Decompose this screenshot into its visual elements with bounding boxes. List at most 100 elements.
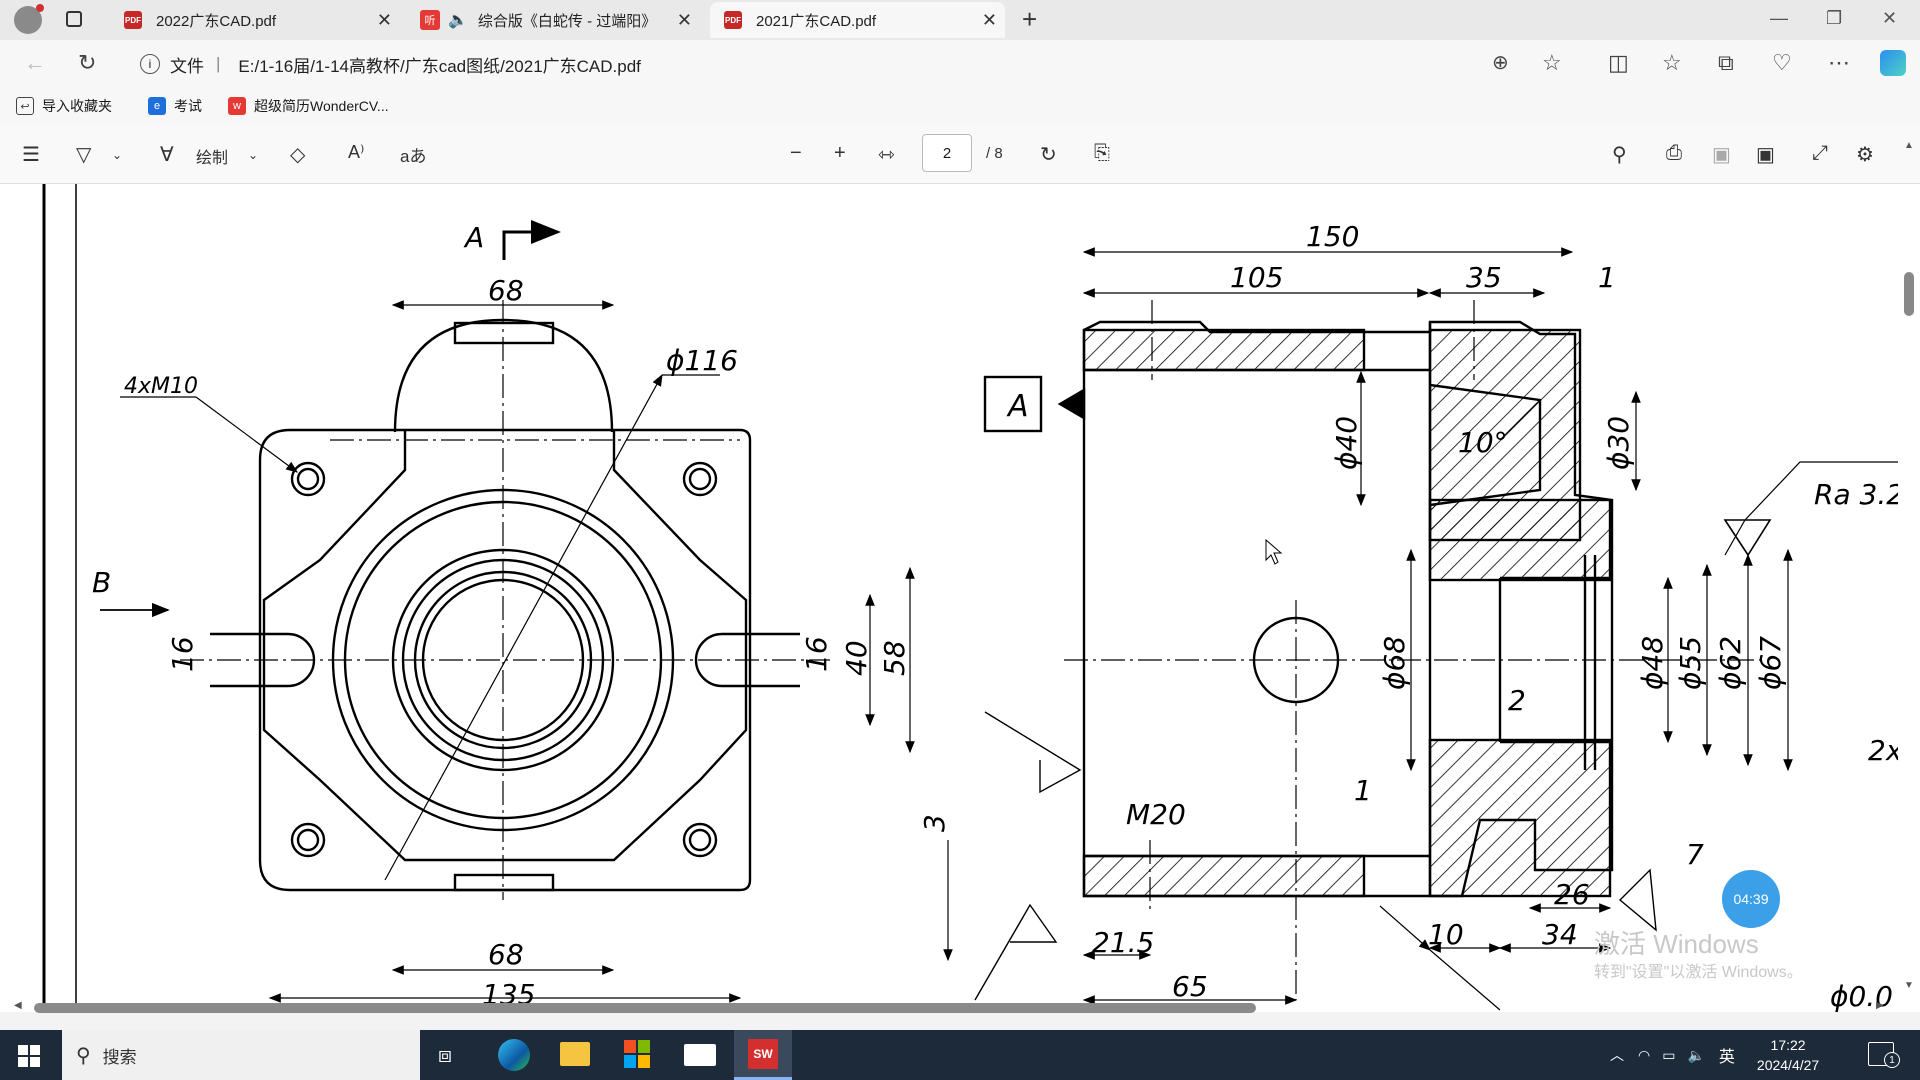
scroll-down-icon[interactable]: ▼ (1904, 980, 1914, 991)
horizontal-scroll-thumb[interactable] (34, 1003, 1256, 1013)
dim-dia-68: ϕ68 (1378, 636, 1411, 690)
close-tab-icon[interactable]: ✕ (377, 10, 392, 31)
scroll-up-icon[interactable]: ▲ (1904, 140, 1914, 151)
tab-bar: PDF 2022广东CAD.pdf ✕ 听 🔈 综合版《白蛇传 - 过端阳》 ✕… (0, 0, 1920, 40)
minimize-button[interactable]: — (1770, 8, 1788, 29)
edge-taskbar-icon[interactable] (498, 1039, 530, 1071)
start-windows-icon[interactable] (18, 1045, 40, 1067)
dim-dia-67: ϕ67 (1754, 636, 1787, 690)
dim-dia-48: ϕ48 (1636, 636, 1669, 690)
highlight-icon[interactable]: ▽ (76, 142, 91, 167)
search-pdf-icon[interactable]: ⚲ (1612, 142, 1627, 167)
floating-timer-badge[interactable]: 04:39 (1722, 870, 1780, 928)
favorite-import[interactable]: ↩ 导入收藏夹 (16, 96, 112, 116)
dim-16-left: 16 (166, 636, 199, 672)
dim-dia-30: ϕ30 (1602, 416, 1635, 470)
eraser-icon[interactable]: ◇ (290, 142, 305, 167)
translate-icon[interactable]: aあ (400, 142, 426, 167)
tab-2022-pdf[interactable]: PDF 2022广东CAD.pdf ✕ (110, 2, 400, 38)
dim-dia-40: ϕ40 (1330, 416, 1363, 470)
vertical-scrollbar[interactable]: ▲ ▼ (1898, 140, 1920, 1000)
favorite-exam[interactable]: e 考试 (148, 96, 202, 116)
scroll-left-icon[interactable]: ◀ (14, 1000, 22, 1011)
dim-chamfer: 2x (1868, 734, 1898, 767)
highlight-dropdown-icon[interactable]: ⌄ (112, 148, 122, 162)
favorite-wondercv[interactable]: w 超级简历WonderCV... (228, 96, 389, 116)
dim-40: 40 (840, 640, 873, 676)
save-icon[interactable]: ▣ (1712, 142, 1731, 167)
zoom-out-icon[interactable]: − (790, 142, 802, 165)
new-tab-button[interactable]: + (1022, 4, 1037, 35)
back-icon[interactable]: ← (24, 50, 46, 76)
activation-watermark-title: 激活 Windows (1594, 929, 1759, 959)
audio-icon[interactable]: 🔈 (448, 10, 468, 30)
tab-2021-pdf[interactable]: PDF 2021广东CAD.pdf ✕ (710, 2, 1005, 38)
favorites-icon[interactable]: ☆ (1662, 50, 1682, 76)
copilot-icon[interactable] (1880, 50, 1906, 76)
edge-icon: e (148, 97, 166, 115)
more-menu-icon[interactable]: ⋯ (1828, 50, 1850, 76)
fit-width-icon[interactable]: ⇿ (878, 142, 895, 167)
task-view-icon[interactable]: ⧈ (438, 1042, 452, 1068)
restore-button[interactable]: ❐ (1826, 8, 1842, 29)
split-screen-icon[interactable]: ◫ (1608, 50, 1629, 76)
cad-drawing: A B 68 ϕ116 4xM10 16 16 40 58 68 1 35 A 1… (42, 184, 1904, 1012)
network-icon[interactable]: ◠ (1638, 1047, 1650, 1064)
settings-gear-icon[interactable]: ⚙ (1856, 142, 1874, 167)
view-label-a: A (463, 221, 484, 254)
refresh-icon[interactable]: ↻ (78, 50, 96, 76)
close-window-button[interactable]: ✕ (1882, 8, 1897, 29)
favorite-star-icon[interactable]: ☆ (1542, 50, 1562, 76)
performance-icon[interactable]: ♡ (1772, 50, 1792, 76)
mail-taskbar-icon[interactable] (684, 1044, 716, 1066)
tab-actions-icon[interactable] (66, 11, 82, 27)
url-text[interactable]: E:/1-16届/1-14高教杯/广东cad图纸/2021广东CAD.pdf (238, 52, 640, 77)
left-view (100, 220, 915, 1003)
dim-1-top: 1 (1598, 261, 1616, 294)
dim-26: 26 (1554, 878, 1590, 911)
page-view-icon[interactable]: ⎘ (1094, 142, 1110, 165)
favorite-label: 导入收藏夹 (42, 98, 112, 114)
scroll-right-icon[interactable]: ▶ (1876, 1000, 1884, 1011)
zoom-in-icon[interactable]: + (834, 142, 846, 165)
read-aloud-icon[interactable]: A⁾ (348, 142, 364, 163)
clock-time: 17:22 (1770, 1037, 1806, 1053)
solidworks-taskbar-icon[interactable]: SW (734, 1030, 792, 1080)
dim-dia-116: ϕ116 (666, 344, 738, 377)
horizontal-scrollbar[interactable]: ◀ ▶ (0, 1000, 1898, 1016)
dim-dia-55: ϕ55 (1674, 636, 1707, 690)
address-bar[interactable]: i 文件 | E:/1-16届/1-14高教杯/广东cad图纸/2021广东CA… (140, 47, 1520, 81)
vertical-scroll-thumb[interactable] (1904, 272, 1914, 316)
volume-icon[interactable]: 🔈 (1687, 1047, 1704, 1064)
taskbar-search[interactable]: ⚲ 搜索 (62, 1030, 420, 1080)
pdf-page[interactable]: A B 68 ϕ116 4xM10 16 16 40 58 68 1 35 A 1… (0, 184, 1920, 1012)
page-number-input[interactable]: 2 (922, 134, 972, 172)
clock[interactable]: 17:22 2024/4/27 (1757, 1035, 1819, 1075)
save-as-icon[interactable]: ▣ (1756, 142, 1775, 167)
dim-angle-10: 10° (1458, 426, 1508, 459)
draw-button[interactable]: 绘制 (196, 144, 228, 168)
zoom-icon[interactable]: ⊕ (1492, 50, 1509, 75)
tab-music[interactable]: 听 🔈 综合版《白蛇传 - 过端阳》 ✕ (410, 2, 700, 38)
activation-watermark-subtitle: 转到"设置"以激活 Windows。 (1594, 964, 1803, 981)
explorer-taskbar-icon[interactable] (560, 1042, 590, 1066)
contents-icon[interactable]: ☰ (22, 142, 40, 167)
draw-icon[interactable]: ∀ (160, 142, 174, 167)
dim-58: 58 (878, 640, 911, 676)
close-tab-icon[interactable]: ✕ (982, 10, 997, 31)
dim-3: 3 (918, 814, 951, 832)
battery-icon[interactable]: ▭ (1662, 1047, 1675, 1064)
close-tab-icon[interactable]: ✕ (677, 10, 692, 31)
tray-chevron-icon[interactable]: ︿ (1610, 1045, 1624, 1065)
print-icon[interactable]: ⎙ (1666, 142, 1682, 165)
draw-dropdown-icon[interactable]: ⌄ (248, 148, 258, 162)
collections-icon[interactable]: ⧉ (1718, 50, 1734, 76)
store-taskbar-icon[interactable] (624, 1040, 650, 1068)
rotate-icon[interactable]: ↻ (1040, 142, 1057, 167)
dim-34: 34 (1542, 918, 1578, 951)
ime-indicator[interactable]: 英 (1719, 1043, 1735, 1067)
info-icon[interactable]: i (140, 54, 160, 74)
fullscreen-icon[interactable]: ⤢ (1812, 142, 1828, 165)
section-label-b: B (92, 566, 111, 599)
notification-count-badge: 1 (1884, 1052, 1900, 1068)
